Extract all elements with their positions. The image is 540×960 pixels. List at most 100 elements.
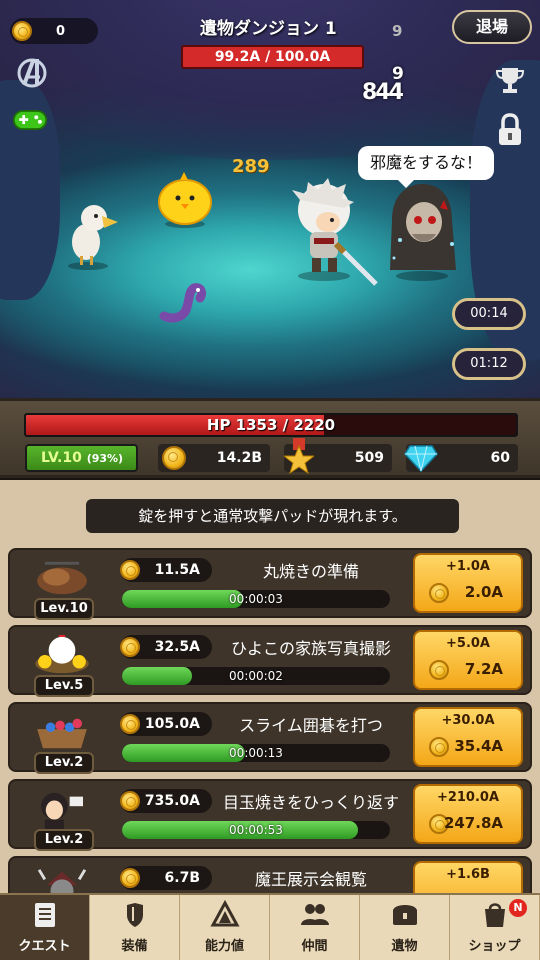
quest-row[interactable]: Lev.2 105.0A スライム囲碁を打つ 00:00:13 +30.0A 35.4A — [8, 702, 532, 774]
gold-counter: 0 — [10, 18, 98, 44]
quest-reward: 105.0A — [120, 712, 212, 736]
upgrade-increase: +210.0A — [436, 790, 500, 805]
gold-stat: 14.2B — [158, 444, 270, 472]
bottom-navigation: クエスト 装備 能力値 仲間 遺物 ショップ N — [0, 893, 540, 960]
relic-chest-icon — [392, 905, 417, 925]
nav-tab[interactable]: 能力値 — [180, 895, 270, 960]
gem-stat: 60 — [404, 444, 518, 472]
buff-timer-1[interactable]: 00:14 — [452, 298, 526, 330]
quest-level: Lev.2 — [34, 752, 94, 774]
damage-numbers: 9 844 — [362, 64, 404, 105]
quest-upgrade-button[interactable]: +30.0A 35.4A — [413, 707, 523, 767]
gold-coin-icon — [120, 791, 140, 811]
upgrade-price: 247.8A — [443, 814, 503, 832]
quest-thumbnail — [37, 561, 87, 595]
quest-thumbnail — [37, 869, 87, 893]
gold-coin-icon — [120, 560, 140, 580]
nav-tab[interactable]: 装備 — [90, 895, 180, 960]
upgrade-price: 35.4A — [454, 737, 503, 755]
quest-timer: 00:00:02 — [229, 669, 283, 683]
gold-value: 0 — [56, 23, 66, 39]
quest-progress-bar: 00:00:03 — [122, 590, 390, 608]
quest-reward: 11.5A — [120, 558, 212, 582]
nav-tab[interactable]: 遺物 — [360, 895, 450, 960]
quest-upgrade-button[interactable]: +1.0A 2.0A — [413, 553, 523, 613]
quest-name: 丸焼きの準備 — [262, 562, 359, 581]
trophy-icon[interactable] — [492, 62, 528, 98]
hint-banner: 錠を押すと通常攻撃パッドが現れます。 — [86, 499, 459, 533]
diamond-gem-icon — [404, 445, 438, 472]
nav-tab[interactable]: ショップ N — [450, 895, 540, 960]
upgrade-price: 2.0A — [464, 583, 503, 601]
gold-coin-icon — [120, 714, 140, 734]
player-hp-bar: HP 1353 / 2220 — [24, 413, 518, 437]
level-badge[interactable]: LV.10 (93%) — [25, 444, 138, 472]
quest-row[interactable]: Lev.2 735.0A 目玉焼きをひっくり返す 00:00:53 +210.0A 247… — [8, 779, 532, 851]
gold-coin-icon — [120, 637, 140, 657]
nav-tab[interactable]: 仲間 — [270, 895, 360, 960]
quest-name: ひよこの家族写真撮影 — [230, 639, 391, 658]
quest-name: 魔王展示会観覧 — [254, 870, 367, 889]
battle-scene[interactable]: 0 遺物ダンジョン 1 99.2A / 100.0A 9 退場 9 844 28… — [0, 0, 540, 400]
dark-hooded-boss[interactable] — [382, 180, 462, 284]
new-badge: N — [509, 899, 527, 917]
quest-upgrade-button[interactable]: +1.6B — [413, 861, 523, 893]
medal-stat-value: 509 — [354, 450, 384, 466]
quest-reward: 32.5A — [120, 635, 212, 659]
player-stats-panel: HP 1353 / 2220 LV.10 (93%) 14.2B 509 60 — [0, 398, 540, 478]
yellow-chick[interactable] — [154, 172, 216, 230]
quest-level: Lev.5 — [34, 675, 94, 697]
white-bird-creature[interactable] — [60, 196, 120, 272]
upgrade-increase: +1.0A — [446, 559, 490, 574]
damage-number-yellow: 289 — [232, 156, 270, 177]
quest-row[interactable]: Lev.5 32.5A ひよこの家族写真撮影 00:00:02 +5.0A 7.2A — [8, 625, 532, 697]
quest-thumbnail — [37, 718, 87, 749]
buff-timer-2[interactable]: 01:12 — [452, 348, 526, 380]
quest-list[interactable]: 錠を押すと通常攻撃パッドが現れます。 Lev.10 11.5A 丸焼きの準備 00:0… — [0, 480, 540, 893]
quest-row[interactable]: Lev.10 11.5A 丸焼きの準備 00:00:03 +1.0A 2.0A — [8, 548, 532, 620]
gold-stat-value: 14.2B — [216, 450, 262, 466]
quest-level: Lev.2 — [34, 829, 94, 851]
leave-button[interactable]: 退場 — [452, 10, 532, 44]
quest-name: 目玉焼きをひっくり返す — [222, 793, 399, 812]
boss-hp-bar: 99.2A / 100.0A — [181, 45, 364, 69]
gold-coin-icon — [12, 21, 32, 41]
level-percent: (93%) — [86, 452, 124, 465]
nav-tab-label: 遺物 — [391, 939, 418, 954]
hero-swordsman[interactable] — [284, 176, 378, 292]
floating-number: 9 — [392, 22, 403, 40]
party-people-icon — [300, 904, 329, 925]
gamepad-icon[interactable] — [12, 102, 48, 138]
quest-thumbnail — [35, 635, 89, 674]
gem-stat-value: 60 — [490, 450, 510, 466]
gold-coin-icon — [162, 446, 186, 470]
equipment-icon — [126, 903, 143, 927]
upgrade-increase: +30.0A — [441, 713, 495, 728]
quest-reward: 735.0A — [120, 789, 212, 813]
quest-timer: 00:00:13 — [229, 746, 283, 760]
nav-tab-label: 装備 — [121, 939, 148, 954]
shop-bag-icon — [484, 903, 505, 927]
ability-triangle-icon — [209, 899, 240, 927]
quest-progress-bar: 00:00:53 — [122, 821, 390, 839]
quest-timer: 00:00:03 — [229, 592, 283, 606]
avengers-logo-icon[interactable] — [14, 55, 50, 91]
padlock-icon[interactable] — [492, 112, 528, 148]
quest-row[interactable]: 6.7B 魔王展示会観覧 +1.6B — [8, 856, 532, 893]
nav-tab-label: 能力値 — [204, 939, 244, 954]
nav-tab-label: 仲間 — [301, 939, 328, 954]
nav-tab-label: クエスト — [18, 939, 71, 954]
quest-thumbnail — [41, 792, 83, 831]
quest-upgrade-button[interactable]: +210.0A 247.8A — [413, 784, 523, 844]
level-value: LV.10 — [41, 450, 82, 466]
quest-name: スライム囲碁を打つ — [239, 716, 383, 735]
enemy-speech-bubble: 邪魔をするな！ — [358, 146, 494, 188]
quest-upgrade-button[interactable]: +5.0A 7.2A — [413, 630, 523, 690]
purple-worm[interactable] — [158, 280, 208, 324]
player-hp-text: HP 1353 / 2220 — [206, 416, 336, 434]
quest-timer: 00:00:53 — [229, 823, 283, 837]
quest-reward: 6.7B — [120, 866, 212, 890]
quest-level: Lev.10 — [34, 598, 94, 620]
nav-tab[interactable]: クエスト — [0, 895, 90, 960]
medal-star-icon — [284, 438, 314, 474]
